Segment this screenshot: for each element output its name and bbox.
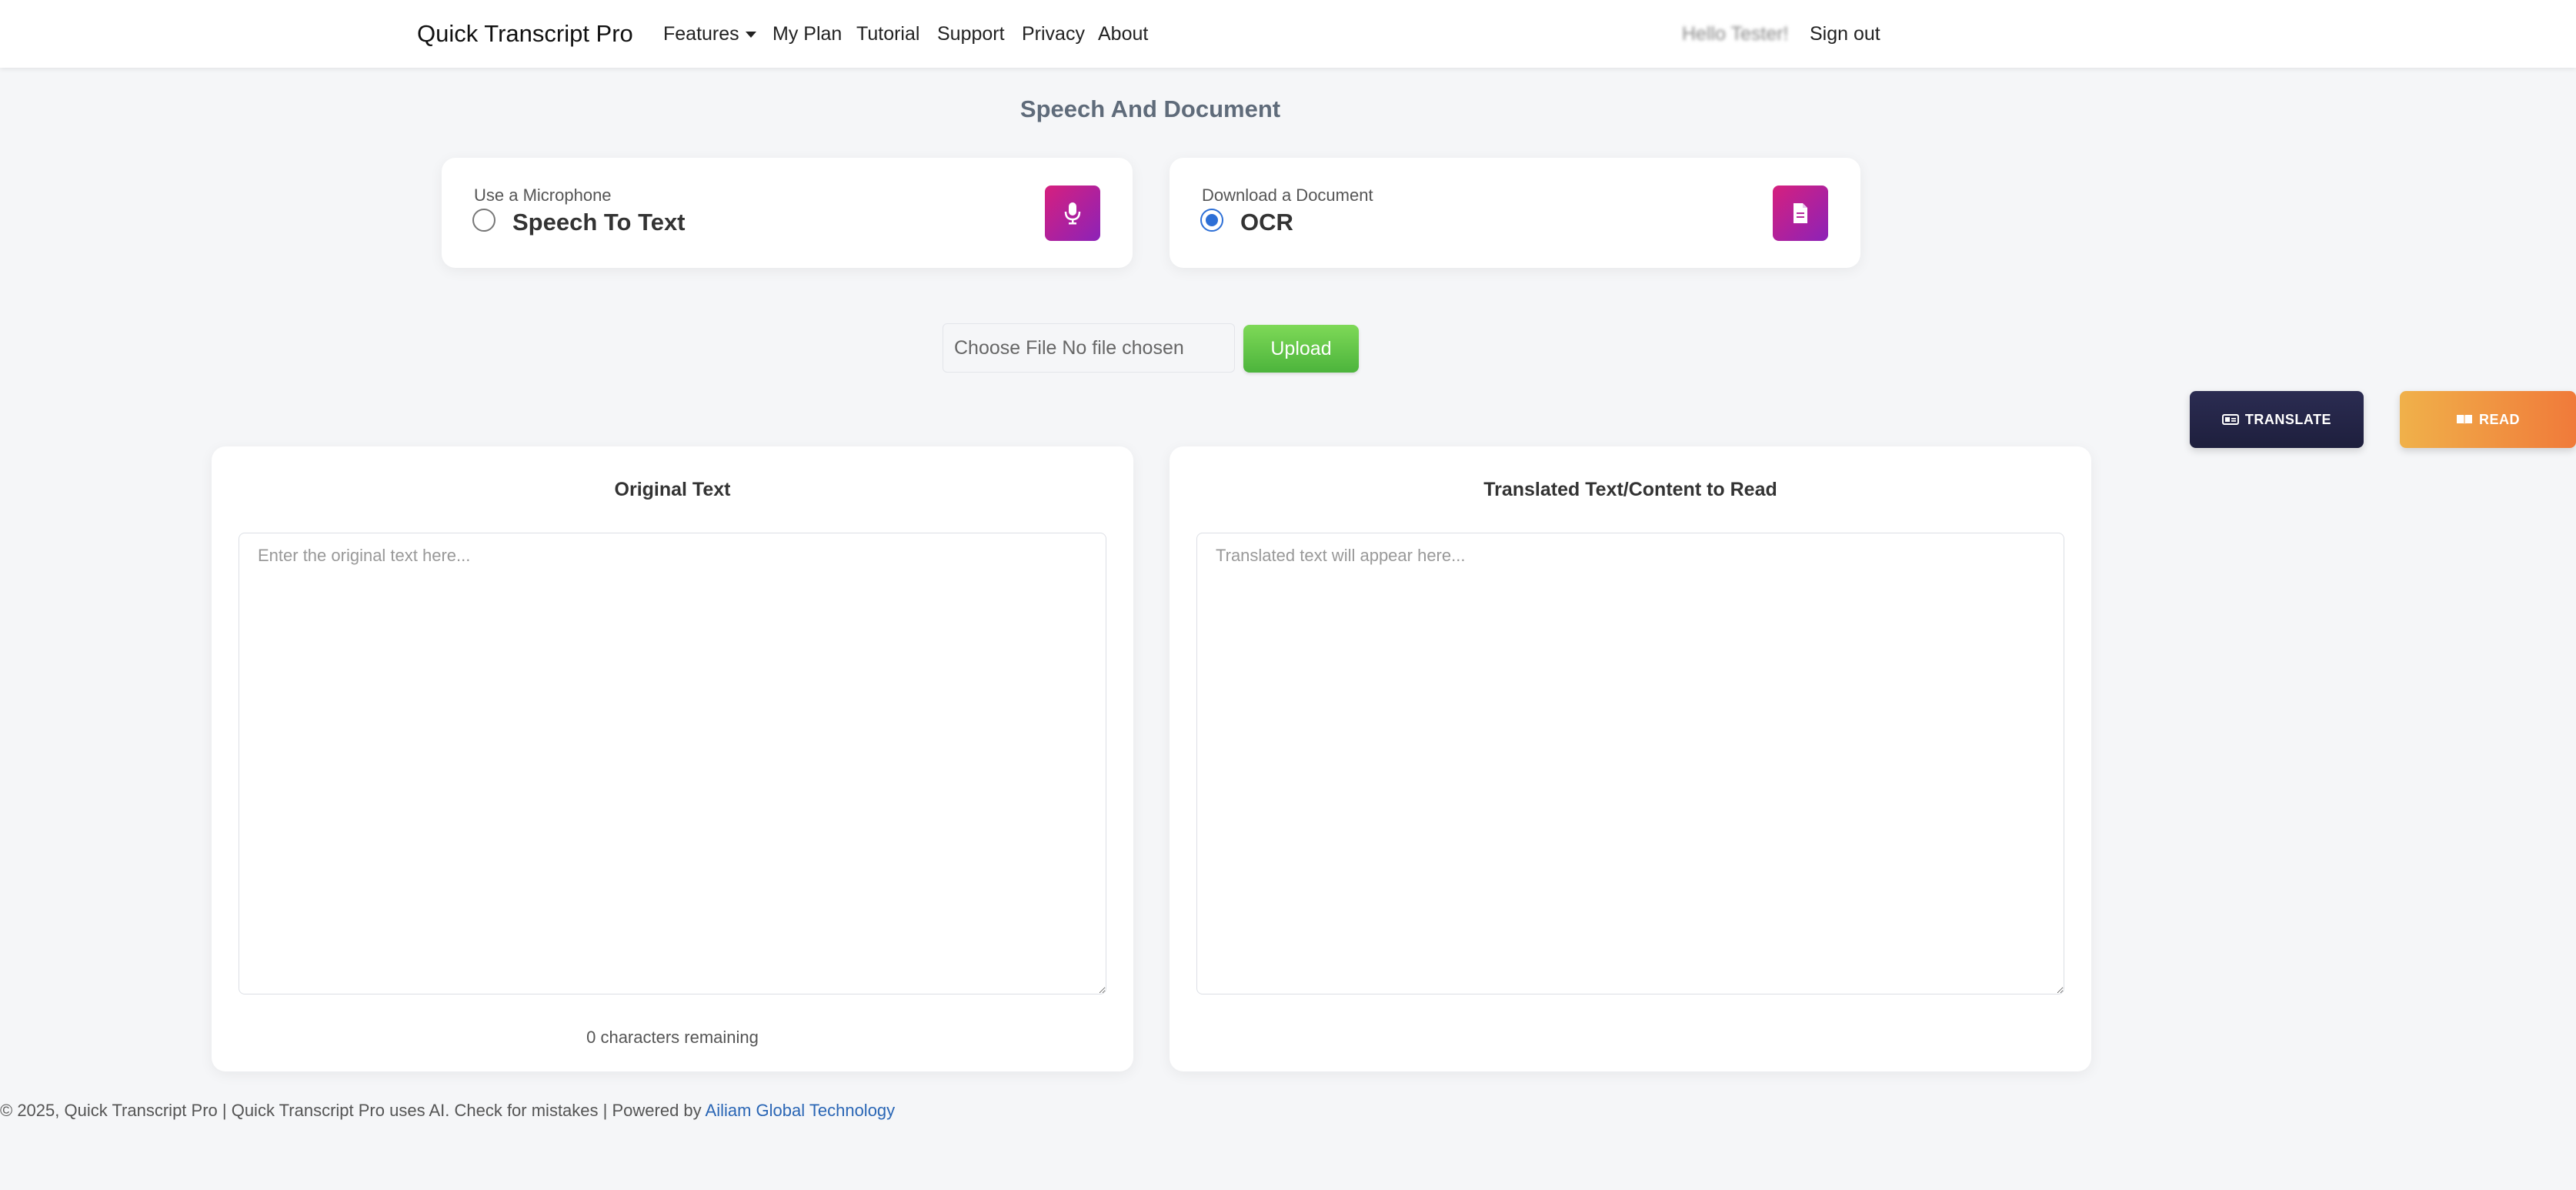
translate-button[interactable]: TRANSLATE	[2190, 391, 2364, 448]
original-text-panel: Original Text 0 characters remaining	[212, 446, 1133, 1071]
characters-remaining: 0 characters remaining	[586, 1028, 759, 1047]
option-label: OCR	[1240, 209, 1293, 236]
translated-text-output[interactable]	[1196, 533, 2064, 994]
ocr-card[interactable]: Download a Document OCR	[1170, 158, 1860, 268]
file-chooser[interactable]: Choose File No file chosen	[943, 323, 1235, 373]
option-label: Speech To Text	[512, 209, 686, 236]
translate-label: TRANSLATE	[2244, 411, 2332, 427]
microphone-button[interactable]	[1045, 186, 1100, 241]
microphone-icon	[1064, 202, 1081, 225]
brand-logo[interactable]: Quick Transcript Pro	[417, 18, 633, 49]
nav-support[interactable]: Support	[937, 22, 1005, 46]
caret-down-icon	[745, 32, 756, 38]
footer-company-link[interactable]: Ailiam Global Technology	[706, 1101, 896, 1120]
original-text-input[interactable]	[239, 533, 1106, 994]
nav-features-dropdown[interactable]: Features	[663, 22, 756, 46]
ocr-radio[interactable]	[1200, 209, 1223, 232]
footer-text: © 2025, Quick Transcript Pro | Quick Tra…	[0, 1101, 706, 1120]
nav-tutorial[interactable]: Tutorial	[856, 22, 919, 46]
translated-text-panel: Translated Text/Content to Read	[1170, 446, 2091, 1071]
original-text-title: Original Text	[614, 479, 731, 500]
document-icon	[1794, 203, 1807, 223]
speech-to-text-radio[interactable]	[472, 209, 496, 232]
nav-privacy[interactable]: Privacy	[1022, 22, 1085, 46]
top-navbar: Quick Transcript Pro Features My Plan Tu…	[0, 0, 2576, 68]
speech-to-text-card[interactable]: Use a Microphone Speech To Text	[442, 158, 1133, 268]
read-label: READ	[2478, 411, 2520, 427]
section-title: Speech And Document	[1019, 95, 1281, 122]
read-button[interactable]: READ	[2400, 391, 2576, 448]
sign-out-link[interactable]: Sign out	[1810, 22, 1880, 46]
document-button[interactable]	[1773, 186, 1828, 241]
translate-icon	[2221, 414, 2239, 425]
book-icon	[2456, 415, 2472, 425]
option-subtitle: Download a Document	[1202, 186, 1373, 205]
page-footer: © 2025, Quick Transcript Pro | Quick Tra…	[0, 1101, 895, 1121]
user-greeting: Hello Tester!	[1682, 23, 1789, 45]
nav-about[interactable]: About	[1098, 22, 1148, 46]
translated-text-title: Translated Text/Content to Read	[1483, 479, 1777, 500]
nav-features-label: Features	[663, 23, 739, 45]
nav-my-plan[interactable]: My Plan	[772, 22, 842, 46]
upload-button[interactable]: Upload	[1243, 325, 1359, 373]
option-subtitle: Use a Microphone	[474, 186, 612, 205]
